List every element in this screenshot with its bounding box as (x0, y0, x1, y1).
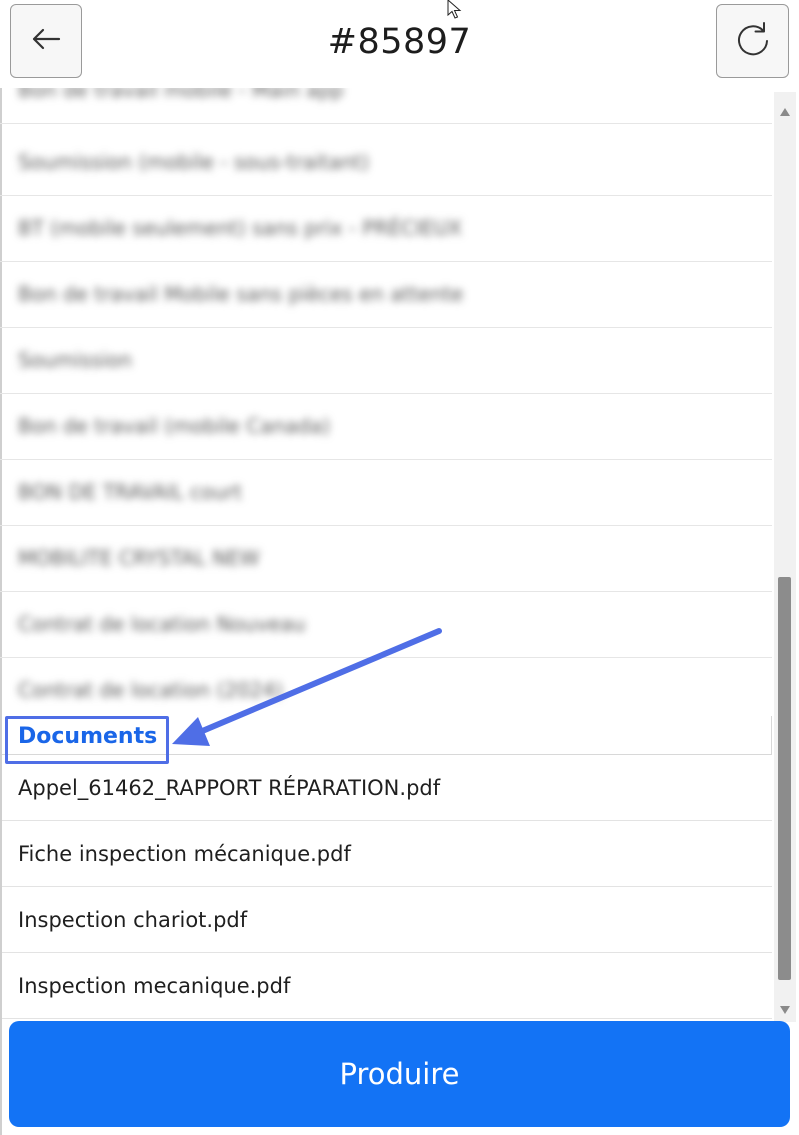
scrollbar-thumb[interactable] (778, 577, 791, 980)
produce-button-label: Produire (339, 1057, 460, 1091)
scroll-up-arrow-icon[interactable] (779, 102, 791, 121)
produce-button[interactable]: Produire (9, 1021, 790, 1127)
vertical-scrollbar[interactable] (774, 92, 796, 1022)
scroll-down-arrow-icon[interactable] (779, 1000, 791, 1019)
annotation-arrow-icon (172, 628, 442, 746)
